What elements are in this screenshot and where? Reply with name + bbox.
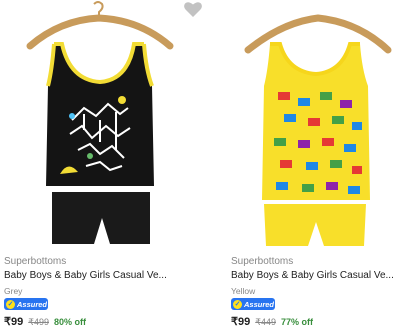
price-row: ₹99 ₹449 77% off xyxy=(231,315,313,327)
heart-icon[interactable] xyxy=(183,0,203,18)
shield-icon: ✓ xyxy=(233,299,242,309)
product-title[interactable]: Baby Boys & Baby Girls Casual Ve... xyxy=(231,270,394,281)
product-card[interactable]: Superbottoms Baby Boys & Baby Girls Casu… xyxy=(228,0,400,327)
discount-label: 80% off xyxy=(53,317,86,327)
product-brand: Superbottoms xyxy=(4,256,67,267)
product-image[interactable] xyxy=(0,0,196,250)
product-brand: Superbottoms xyxy=(231,256,294,267)
price-row: ₹99 ₹499 80% off xyxy=(4,315,86,327)
product-card[interactable]: Superbottoms Baby Boys & Baby Girls Casu… xyxy=(0,0,196,327)
product-image[interactable] xyxy=(228,0,400,250)
selling-price: ₹99 xyxy=(4,316,24,327)
shield-icon: ✓ xyxy=(6,299,15,309)
product-image-art xyxy=(26,1,174,244)
product-variant: Grey xyxy=(4,286,23,296)
product-image-art xyxy=(244,14,392,246)
original-price: ₹499 xyxy=(28,317,49,327)
assured-label: Assured xyxy=(17,299,48,309)
assured-badge: ✓ Assured xyxy=(4,298,48,310)
assured-label: Assured xyxy=(244,299,275,309)
product-variant: Yellow xyxy=(231,286,256,296)
assured-badge: ✓ Assured xyxy=(231,298,275,310)
selling-price: ₹99 xyxy=(231,316,251,327)
product-title[interactable]: Baby Boys & Baby Girls Casual Ve... xyxy=(4,270,167,281)
original-price: ₹449 xyxy=(255,317,276,327)
discount-label: 77% off xyxy=(280,317,313,327)
